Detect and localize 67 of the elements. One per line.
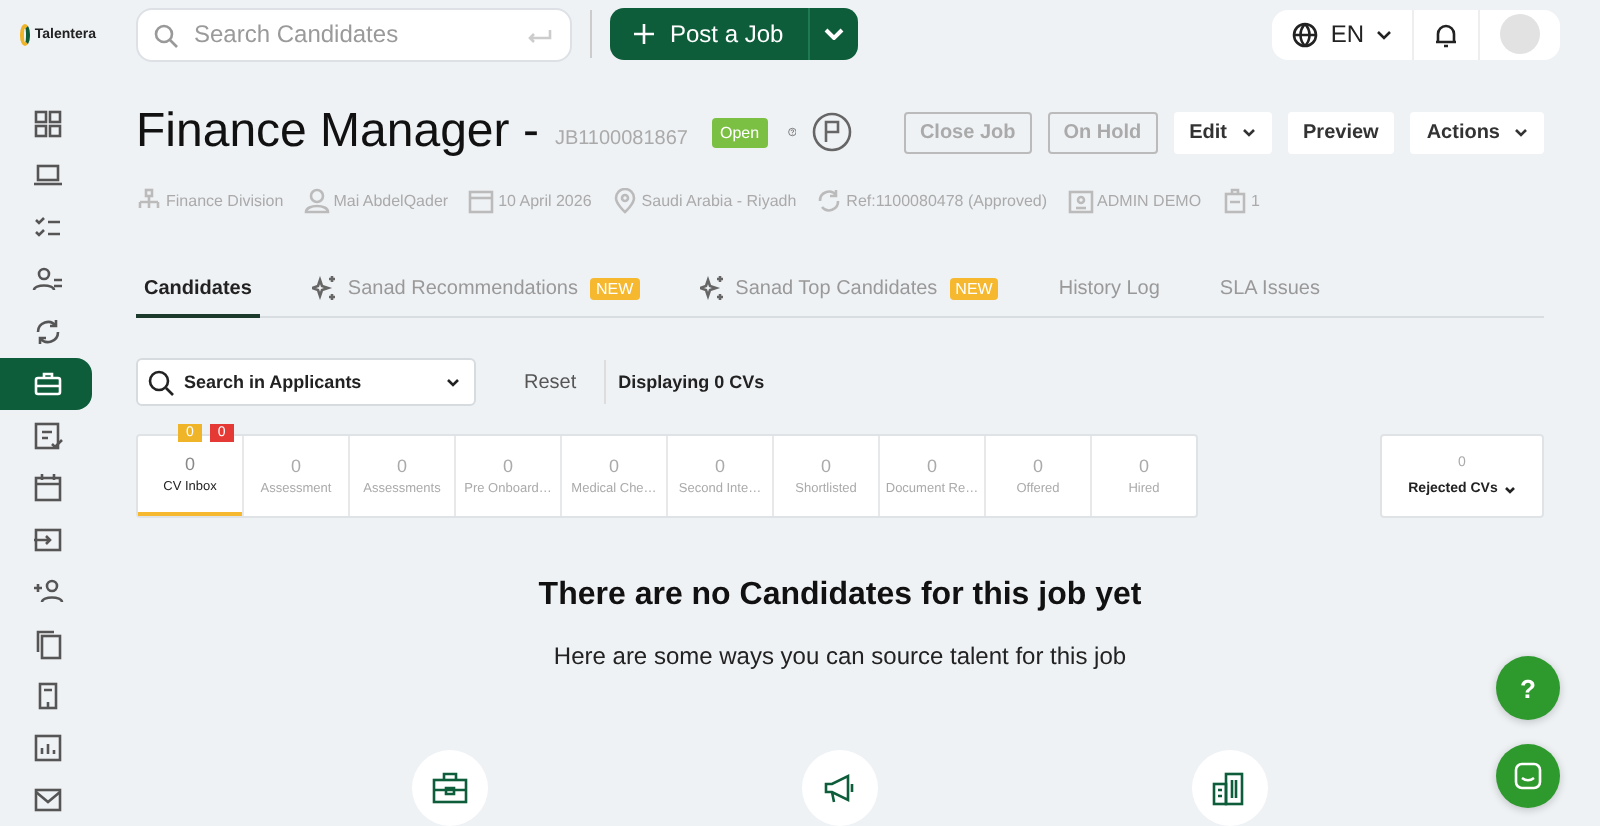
calendar-icon bbox=[32, 472, 64, 504]
job-detail: 10 April 2026 bbox=[498, 192, 592, 210]
tab[interactable]: SLA Issues bbox=[1211, 266, 1328, 318]
tab[interactable]: Sanad Top Candidates NEW bbox=[691, 266, 1007, 318]
job-detail: Mai AbdelQader bbox=[333, 192, 449, 210]
avatar-icon bbox=[1500, 14, 1540, 54]
job-detail: 1 bbox=[1251, 192, 1260, 210]
user-icon bbox=[303, 188, 330, 214]
job-detail: Saudi Arabia - Riyadh bbox=[641, 192, 797, 210]
language-selector[interactable]: EN bbox=[1272, 9, 1412, 59]
post-job-button[interactable]: Post a Job bbox=[610, 8, 808, 60]
caret-icon bbox=[446, 378, 460, 388]
sign-in-icon bbox=[32, 524, 64, 556]
reset-button[interactable]: Reset bbox=[512, 369, 589, 395]
chat-icon bbox=[1512, 760, 1544, 792]
empty-state-title: There are no Candidates for this job yet bbox=[538, 578, 1142, 614]
source-option[interactable] bbox=[412, 750, 489, 826]
source-option[interactable] bbox=[1191, 750, 1268, 826]
job-detail: Ref:1100080478 (Approved) bbox=[846, 192, 1048, 210]
job-detail: ADMIN DEMO bbox=[1097, 192, 1202, 210]
form-icon bbox=[32, 420, 64, 452]
results-count: Displaying 0 CVs bbox=[618, 372, 765, 392]
people-icon bbox=[32, 264, 64, 296]
action-button[interactable]: Actions bbox=[1410, 111, 1544, 153]
help-button[interactable]: ? bbox=[1496, 656, 1560, 720]
briefcase-icon bbox=[32, 368, 64, 400]
copy-icon bbox=[32, 628, 64, 660]
job-code: JB1100081867 bbox=[554, 127, 688, 149]
sidebar-item[interactable] bbox=[0, 358, 92, 410]
globe-icon bbox=[1292, 21, 1319, 47]
chevron-down-icon bbox=[823, 28, 844, 40]
plus-icon bbox=[634, 24, 654, 44]
sparkle-icon bbox=[311, 276, 336, 300]
add-user-icon bbox=[32, 576, 64, 608]
tab[interactable]: Candidates bbox=[136, 266, 260, 318]
caret-icon bbox=[1503, 485, 1516, 493]
caret-icon bbox=[1241, 127, 1256, 137]
report-icon bbox=[32, 732, 64, 764]
id-card-icon bbox=[1067, 188, 1094, 214]
refresh-icon bbox=[32, 316, 64, 348]
empty-state-subtitle: Here are some ways you can source talent for this job bbox=[553, 642, 1127, 670]
chat-button[interactable] bbox=[1496, 744, 1560, 808]
new-badge: NEW bbox=[589, 277, 640, 299]
location-icon bbox=[611, 188, 638, 214]
job-detail: Finance Division bbox=[166, 192, 284, 210]
source-option[interactable] bbox=[801, 750, 878, 826]
briefcase-icon bbox=[430, 768, 471, 808]
search-field[interactable]: Search Candidates bbox=[136, 7, 572, 61]
applicant-search-field[interactable]: Search in Applicants bbox=[136, 358, 476, 406]
enter-icon bbox=[528, 27, 552, 43]
action-button[interactable]: Preview bbox=[1287, 111, 1395, 153]
chevron-down-icon bbox=[1376, 29, 1392, 39]
calendar-icon bbox=[468, 188, 495, 214]
logo-icon bbox=[20, 23, 31, 45]
dashboard-icon bbox=[32, 108, 64, 140]
org-chart-icon bbox=[136, 188, 162, 214]
tab[interactable]: Sanad Recommendations NEW bbox=[303, 266, 648, 318]
status-badge: Open bbox=[711, 117, 768, 147]
mail-icon bbox=[32, 784, 64, 816]
bell-icon bbox=[1434, 21, 1458, 47]
new-badge: NEW bbox=[949, 277, 999, 299]
tab[interactable]: History Log bbox=[1050, 266, 1168, 318]
caret-icon bbox=[1514, 127, 1528, 137]
job-title: Finance Manager - bbox=[136, 104, 539, 160]
refresh-icon bbox=[816, 188, 843, 214]
sparkle-icon bbox=[699, 276, 724, 300]
action-button[interactable]: Edit bbox=[1173, 111, 1272, 153]
